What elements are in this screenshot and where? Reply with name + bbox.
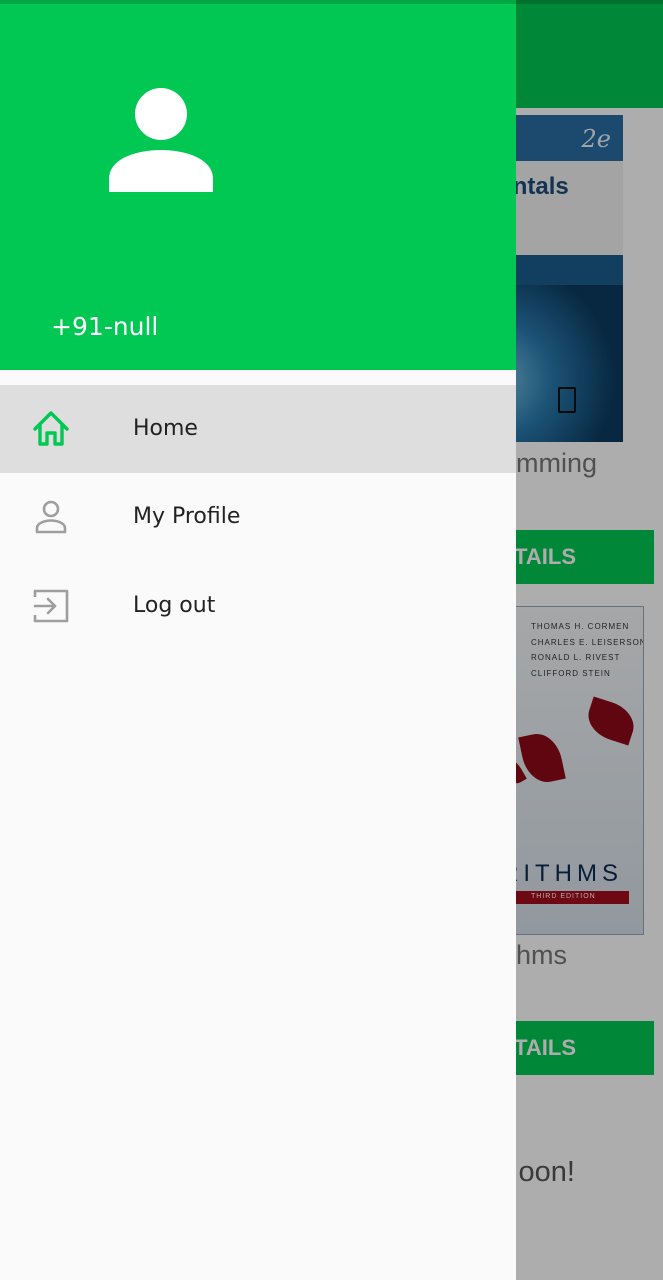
person-icon bbox=[109, 88, 213, 192]
drawer-item-log-out[interactable]: Log out bbox=[0, 562, 516, 650]
logout-icon bbox=[33, 589, 69, 623]
user-phone: +91-null bbox=[51, 312, 159, 341]
drawer-header: +91-null bbox=[0, 4, 516, 370]
person-outline-icon bbox=[35, 500, 67, 534]
drawer-item-label: My Profile bbox=[133, 504, 241, 529]
drawer-item-my-profile[interactable]: My Profile bbox=[0, 473, 516, 561]
navigation-drawer: +91-null Home My Profile Log out bbox=[0, 0, 516, 1280]
drawer-item-label: Log out bbox=[133, 593, 216, 618]
drawer-item-home[interactable]: Home bbox=[0, 385, 516, 473]
home-icon bbox=[33, 411, 69, 446]
drawer-item-label: Home bbox=[133, 416, 198, 441]
